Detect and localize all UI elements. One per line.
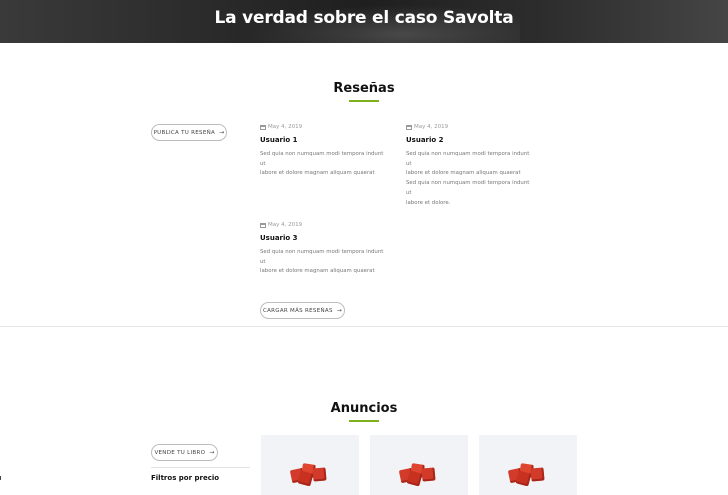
ad-card[interactable] — [479, 435, 577, 495]
review-author[interactable]: Usuario 1 — [260, 136, 390, 144]
section-divider — [0, 326, 728, 327]
scroll-edge-icon — [0, 476, 4, 480]
review-date: May 4, 2019 — [406, 124, 536, 130]
review-text: Sed quia non numquam modi tempora indunt… — [406, 151, 530, 206]
review-text: Sed quia non numquam modi tempora indunt… — [260, 249, 384, 275]
review-text: Sed quia non numquam modi tempora indunt… — [260, 151, 384, 177]
review-date: May 4, 2019 — [260, 222, 390, 228]
ad-card[interactable] — [370, 435, 468, 495]
arrow-right-icon: → — [336, 307, 343, 314]
review-card: May 4, 2019 Usuario 1 Sed quia non numqu… — [260, 124, 390, 179]
page-title: La verdad sobre el caso Savolta — [214, 8, 514, 28]
ads-title-underline — [349, 420, 379, 422]
load-more-label: CARGAR MÁS RESEÑAS — [262, 307, 333, 314]
product-icon — [289, 463, 331, 487]
review-author[interactable]: Usuario 2 — [406, 136, 536, 144]
publish-review-button[interactable]: PUBLICA TU RESEÑA → — [151, 124, 227, 141]
product-icon — [398, 463, 440, 487]
arrow-right-icon: → — [219, 129, 225, 136]
review-author[interactable]: Usuario 3 — [260, 234, 390, 242]
sell-book-button[interactable]: VENDE TU LIBRO → — [151, 444, 218, 461]
review-card: May 4, 2019 Usuario 3 Sed quia non numqu… — [260, 222, 390, 277]
review-date: May 4, 2019 — [260, 124, 390, 130]
product-icon — [507, 463, 549, 487]
arrow-right-icon: → — [209, 449, 215, 456]
filters-divider — [151, 467, 250, 468]
hero-banner: La verdad sobre el caso Savolta — [0, 0, 728, 43]
reviews-title-underline — [349, 100, 379, 102]
load-more-reviews-button[interactable]: CARGAR MÁS RESEÑAS → — [260, 302, 345, 319]
calendar-icon — [260, 222, 266, 228]
calendar-icon — [406, 124, 412, 130]
review-card: May 4, 2019 Usuario 2 Sed quia non numqu… — [406, 124, 536, 208]
price-filters-label: Filtros por precio — [151, 474, 220, 482]
reviews-title: Reseñas — [333, 81, 395, 96]
sell-book-label: VENDE TU LIBRO — [154, 449, 206, 456]
ad-card[interactable] — [261, 435, 359, 495]
publish-review-label: PUBLICA TU RESEÑA — [153, 129, 216, 136]
calendar-icon — [260, 124, 266, 130]
ads-title: Anuncios — [330, 401, 398, 416]
